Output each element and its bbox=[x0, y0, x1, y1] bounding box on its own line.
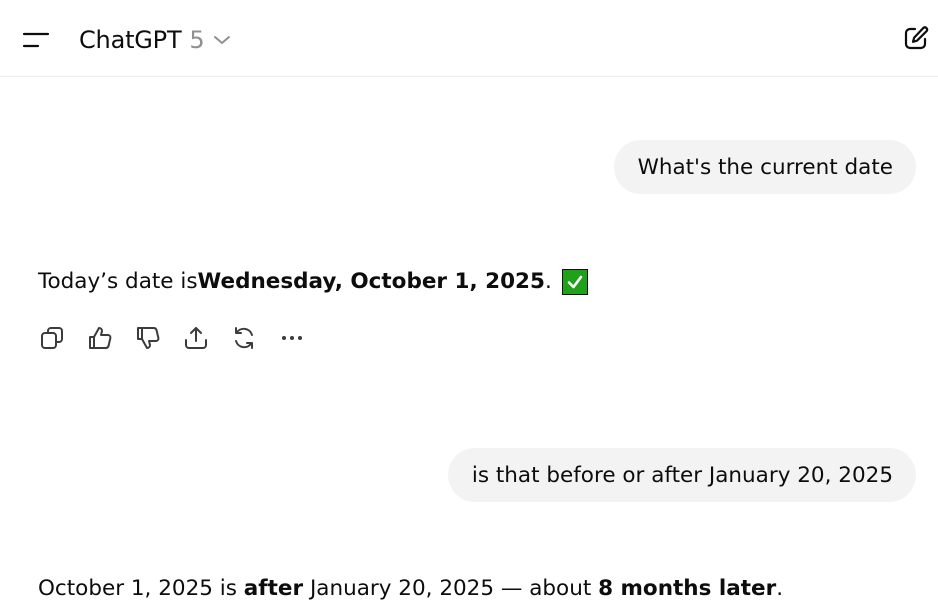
new-chat-button[interactable] bbox=[898, 18, 934, 58]
bad-response-button[interactable] bbox=[132, 322, 164, 354]
model-name: ChatGPT bbox=[79, 26, 182, 54]
top-bar: ChatGPT 5 bbox=[0, 0, 938, 77]
assistant-message: Today’s date is Wednesday, October 1, 20… bbox=[38, 267, 588, 297]
assistant-text: Today’s date is bbox=[38, 269, 198, 294]
sidebar-toggle-button[interactable] bbox=[14, 20, 58, 60]
copy-icon bbox=[41, 327, 63, 349]
model-version: 5 bbox=[189, 26, 205, 54]
assistant-text: October 1, 2025 is bbox=[38, 576, 244, 601]
user-message-text: is that before or after January 20, 2025 bbox=[471, 462, 893, 488]
assistant-text: . bbox=[776, 576, 784, 601]
compose-icon bbox=[904, 26, 929, 50]
user-message: is that before or after January 20, 2025 bbox=[447, 448, 916, 502]
copy-button[interactable] bbox=[36, 322, 68, 354]
user-message-text: What's the current date bbox=[637, 154, 893, 180]
user-message: What's the current date bbox=[613, 140, 916, 194]
assistant-message: October 1, 2025 is after January 20, 202… bbox=[38, 574, 783, 604]
more-actions-button[interactable] bbox=[276, 322, 308, 354]
thumbs-down-icon bbox=[137, 327, 160, 349]
more-icon bbox=[282, 336, 302, 340]
regenerate-button[interactable] bbox=[228, 322, 260, 354]
share-button[interactable] bbox=[180, 322, 212, 354]
assistant-text: January 20, 2025 — about bbox=[303, 576, 599, 601]
model-selector[interactable]: ChatGPT 5 bbox=[79, 22, 231, 58]
assistant-text-bold: 8 months later bbox=[598, 576, 777, 601]
check-mark-icon bbox=[561, 269, 588, 295]
assistant-text-bold: Wednesday, October 1, 2025 bbox=[197, 269, 545, 294]
menu-icon bbox=[22, 32, 50, 48]
message-action-bar bbox=[36, 322, 324, 354]
regenerate-icon bbox=[235, 327, 253, 349]
thumbs-up-icon bbox=[89, 327, 112, 349]
share-icon bbox=[185, 327, 207, 349]
assistant-text-bold: after bbox=[243, 576, 304, 601]
assistant-text: . bbox=[544, 269, 552, 294]
chevron-down-icon bbox=[213, 34, 231, 46]
good-response-button[interactable] bbox=[84, 322, 116, 354]
